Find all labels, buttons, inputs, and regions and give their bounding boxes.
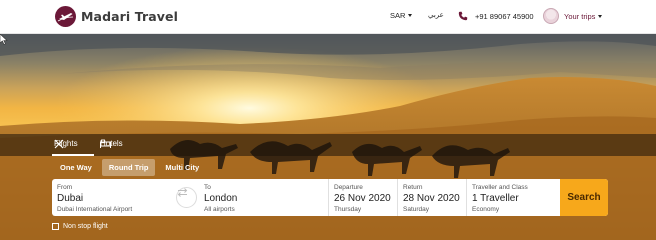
brand-name: Madari Travel (81, 9, 179, 24)
from-value: Dubai (57, 193, 84, 204)
hero-banner: Flights Hotels One Way Round Trip Multi … (0, 34, 656, 240)
departure-label: Departure (334, 184, 363, 191)
non-stop-label: Non stop flight (63, 223, 108, 230)
to-airport: All airports (204, 206, 235, 213)
cabin-class: Economy (472, 206, 500, 213)
to-field[interactable]: To London All airports (199, 179, 327, 216)
return-field[interactable]: Return 28 Nov 2020 Saturday (397, 179, 467, 216)
traveller-count: 1 Traveller (472, 193, 519, 204)
departure-weekday: Thursday (334, 206, 362, 213)
swap-button[interactable] (176, 187, 197, 208)
flights-icon (54, 139, 64, 149)
your-trips-label: Your trips (564, 11, 596, 21)
from-field[interactable]: From Dubai Dubai International Airport (52, 179, 176, 216)
plane-logo-icon (55, 6, 76, 27)
return-date: 28 Nov 2020 (403, 193, 460, 204)
currency-label: SAR (390, 11, 406, 20)
phone-icon (458, 11, 468, 21)
cursor-icon (0, 34, 8, 45)
trip-type-one-way[interactable]: One Way (53, 159, 99, 176)
top-navbar: Madari Travel SAR عربي +91 89067 45900 Y… (0, 0, 656, 34)
departure-field[interactable]: Departure 26 Nov 2020 Thursday (328, 179, 398, 216)
language-switch[interactable]: عربي (428, 11, 444, 19)
tab-flights[interactable]: Flights (54, 139, 78, 149)
trip-type-selector: One Way Round Trip Multi City (53, 159, 209, 176)
currency-selector[interactable]: SAR (390, 11, 413, 20)
from-airport: Dubai International Airport (57, 206, 133, 213)
language-label: عربي (428, 12, 444, 19)
phone-number: +91 89067 45900 (475, 11, 534, 21)
non-stop-option[interactable]: Non stop flight (52, 223, 108, 230)
phone-contact[interactable]: +91 89067 45900 (458, 11, 534, 21)
search-button[interactable]: Search (560, 179, 608, 216)
swap-icon (177, 188, 188, 197)
tab-hotels[interactable]: Hotels (100, 139, 123, 148)
traveller-class-field[interactable]: Traveller and Class 1 Traveller Economy (466, 179, 560, 216)
departure-date: 26 Nov 2020 (334, 193, 391, 204)
chevron-down-icon (408, 14, 413, 17)
to-value: London (204, 193, 238, 204)
product-tab-bar: Flights Hotels (0, 134, 656, 156)
traveller-label: Traveller and Class (472, 184, 528, 191)
return-weekday: Saturday (403, 206, 430, 213)
return-label: Return (403, 184, 423, 191)
brand-logo[interactable]: Madari Travel (55, 6, 178, 27)
hotels-icon (100, 139, 111, 148)
your-trips-menu[interactable]: Your trips (543, 8, 603, 24)
to-label: To (204, 184, 211, 191)
chevron-down-icon (598, 14, 603, 18)
avatar-icon (543, 8, 559, 24)
trip-type-multi-city[interactable]: Multi City (158, 159, 206, 176)
trip-type-round-trip[interactable]: Round Trip (101, 159, 156, 176)
active-tab-indicator (52, 154, 94, 156)
non-stop-checkbox[interactable] (52, 223, 59, 230)
flight-search-form: From Dubai Dubai International Airport T… (52, 179, 608, 216)
from-label: From (57, 184, 73, 191)
